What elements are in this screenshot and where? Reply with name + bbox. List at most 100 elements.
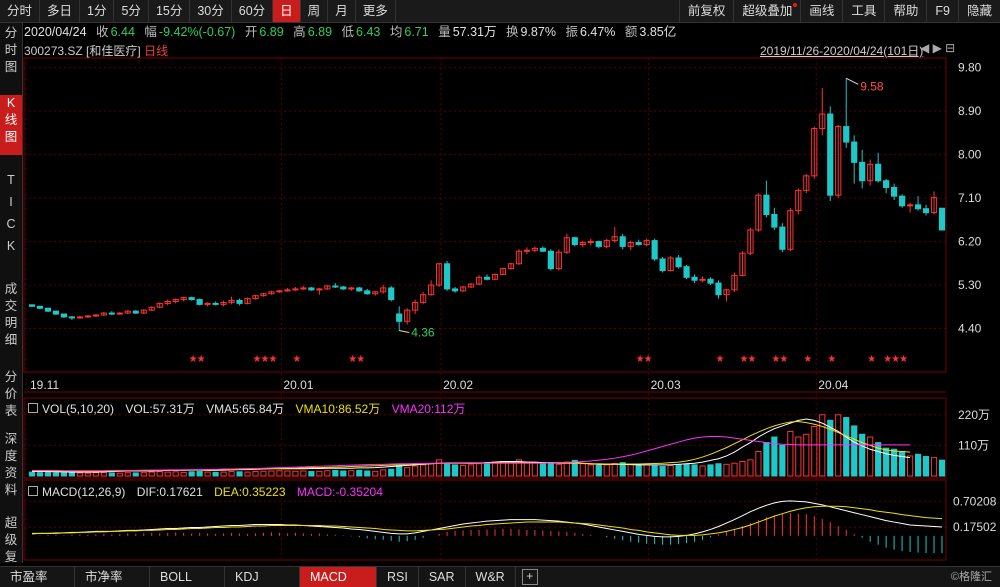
candle-body [675,257,682,268]
volume-bar [451,464,459,477]
candle-body [84,315,91,318]
volume-bar [268,470,275,477]
volume-bar [491,461,499,477]
candle-body [659,258,666,272]
price-tick-label: 5.30 [958,278,982,292]
volume-bar [715,463,722,477]
volume-bar [172,471,179,477]
volume-bar [563,461,570,477]
volume-bar [84,472,91,477]
candle-body [539,247,546,252]
volume-bar [316,470,323,477]
volume-bar [675,464,682,477]
macd-header: MACD(12,26,9) DIF:0.17621 DEA:0.35223 MA… [28,485,391,499]
date-tick-label: 20.04 [818,378,848,392]
candle-body [619,236,626,247]
macd-title: MACD(12,26,9) [42,485,126,499]
volume-series [28,414,946,477]
candle-body [236,300,243,304]
indicator-tab-5[interactable]: RSI [377,567,419,587]
candle-body [44,307,52,312]
candle-body [715,282,722,296]
volume-bar [467,464,475,477]
volume-bar [627,463,634,477]
candle-body [92,314,99,317]
candle-body [68,316,75,319]
candle-body [188,297,195,301]
indicator-tab-3[interactable]: KDJ [225,567,300,587]
candle-body [843,126,850,143]
volume-bar [148,471,155,477]
candle-body [938,207,946,231]
volume-bar [930,457,938,477]
volume-bar [404,467,411,477]
add-indicator-icon[interactable]: + [521,569,538,585]
collapse-icon[interactable] [28,486,38,496]
collapse-icon[interactable] [28,403,38,413]
volume-bar [412,465,419,477]
volume-bar [611,462,618,477]
candle-body [906,204,914,207]
candle-body [36,305,44,309]
volume-bar [428,463,435,477]
volume-tick-label: 110万 [958,438,989,452]
star-marker: ★ [779,354,788,365]
price-tick-label: 8.90 [958,104,982,118]
volume-bar [300,470,307,477]
volume-bar [483,462,491,477]
volume-bar [803,433,810,477]
candle-body [707,278,714,284]
volume-bar [507,462,515,477]
candle-body [212,302,219,305]
volume-bar [771,436,778,477]
candle-body [547,250,554,270]
volume-bar [364,470,371,477]
volume-bar [68,472,75,477]
volume-bar [667,464,674,477]
volume-bar [555,463,562,477]
indicator-tab-7[interactable]: W&R [466,567,516,587]
vol-title: VOL(5,10,20) [42,402,115,416]
price-tick-label: 8.00 [958,148,982,162]
price-tick-label: 9.80 [958,61,982,75]
indicator-tab-1[interactable]: 市净率 [75,567,150,587]
candle-body [891,186,898,197]
candle-body [922,208,930,214]
volume-bar [579,463,586,477]
max-price-label: 9.58 [860,79,884,93]
volume-bar [284,470,291,477]
volume-bar [531,462,538,477]
candle-body [587,241,594,244]
indicator-tab-2[interactable]: BOLL [150,567,225,587]
volume-bar [220,471,227,477]
price-tick-label: 6.20 [958,235,982,249]
volume-bar [420,464,427,477]
candle-body [883,180,890,188]
volume-bar [308,471,315,477]
volume-bar [212,471,219,477]
candle-body [914,204,922,210]
volume-bar [443,462,451,477]
volume-bar [651,465,658,477]
candle-body [443,263,451,290]
indicator-tab-4[interactable]: MACD [300,567,377,587]
indicator-tab-0[interactable]: 市盈率 [0,567,75,587]
candle-body [635,242,642,245]
candle-body [60,313,68,318]
volume-bar [260,470,267,477]
volume-bar [891,448,898,477]
candle-body [699,278,706,281]
volume-bar [883,447,890,477]
macd-tick-label: 0.70208 [953,494,997,508]
indicator-tab-6[interactable]: SAR [419,567,466,587]
star-marker: ★ [715,354,724,365]
candle-body [308,287,315,291]
star-marker: ★ [747,354,756,365]
volume-bar [380,469,387,477]
candle-body [388,287,395,301]
candle-body [28,304,36,307]
star-marker: ★ [197,354,206,365]
volume-tick-label: 220万 [958,408,990,422]
volume-bar [547,462,554,477]
chart-area[interactable]: 9.584.36★ ★ ★ ★ ★ ★ ★ ★ ★ ★ ★ ★ ★ ★ ★ ★ ★ ★ ★ ★ ★ 9.808.908.… [0,0,1000,566]
